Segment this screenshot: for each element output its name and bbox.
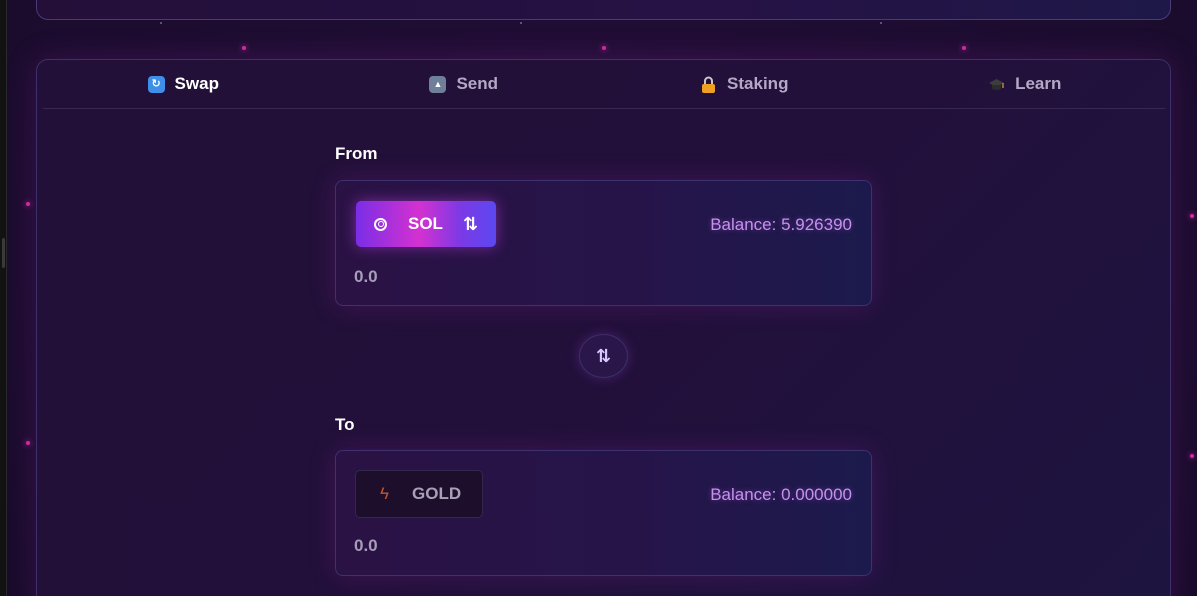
tab-learn[interactable]: Learn <box>885 60 1166 108</box>
to-label: To <box>335 415 355 434</box>
to-token-selector[interactable]: ϟ GOLD <box>355 470 483 518</box>
particle-dot <box>160 22 162 24</box>
resize-handle[interactable] <box>2 238 5 268</box>
from-amount-input[interactable] <box>354 265 554 289</box>
from-balance: Balance: 5.926390 <box>710 215 852 234</box>
particle-dot <box>26 202 30 206</box>
particle-dot <box>602 46 606 50</box>
tab-label: Send <box>456 74 499 93</box>
tab-send[interactable]: ▲ Send <box>324 60 605 108</box>
to-card: ϟ GOLD Balance: 0.000000 <box>335 450 872 576</box>
lock-icon <box>700 76 717 93</box>
particle-dot <box>1190 214 1194 218</box>
from-token-selector[interactable]: SOL ⇅ <box>356 201 496 247</box>
from-label: From <box>335 144 378 163</box>
particle-dot <box>242 46 246 50</box>
from-card: SOL ⇅ Balance: 5.926390 <box>335 180 872 306</box>
tab-staking[interactable]: Staking <box>604 60 885 108</box>
to-balance: Balance: 0.000000 <box>710 485 852 504</box>
to-token-symbol: GOLD <box>412 484 462 503</box>
particle-dot <box>880 22 882 24</box>
particle-dot <box>26 441 30 445</box>
to-amount-input[interactable] <box>354 534 554 558</box>
sol-coin-icon <box>374 217 387 231</box>
flip-direction-button[interactable]: ⇅ <box>579 334 628 378</box>
window-left-edge <box>0 0 7 596</box>
lightning-icon: ϟ <box>380 484 389 503</box>
tab-bar: ↻ Swap ▲ Send Staking Learn <box>43 60 1165 109</box>
tab-label: Swap <box>174 74 219 93</box>
particle-dot <box>962 46 966 50</box>
particle-dot <box>520 22 522 24</box>
tab-label: Learn <box>1015 74 1062 93</box>
top-panel <box>36 0 1171 20</box>
outbox-icon: ▲ <box>429 75 447 93</box>
swap-icon: ↻ <box>147 75 165 93</box>
from-token-symbol: SOL <box>408 214 443 233</box>
graduation-cap-icon <box>988 76 1005 93</box>
swap-vertical-icon: ⇅ <box>462 213 479 234</box>
tab-swap[interactable]: ↻ Swap <box>43 60 324 108</box>
particle-dot <box>1190 454 1194 458</box>
swap-vertical-icon: ⇅ <box>595 345 612 366</box>
tab-label: Staking <box>727 74 789 93</box>
